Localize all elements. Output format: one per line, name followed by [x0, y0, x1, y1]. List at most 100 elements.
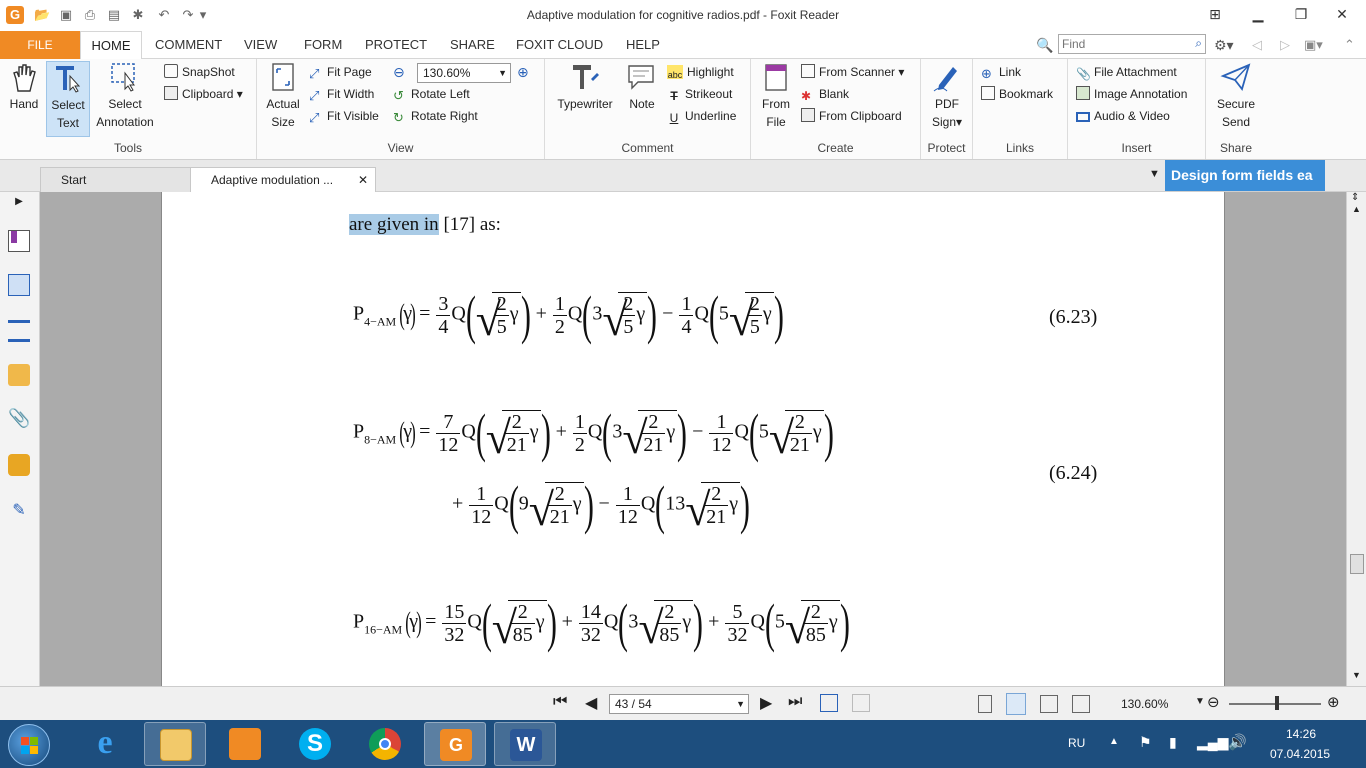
comments-icon[interactable] [8, 364, 30, 386]
forward-icon[interactable]: ▷ [1280, 31, 1290, 59]
previous-page-icon[interactable]: ◀ [585, 693, 597, 713]
gear-icon[interactable]: ⚙▾ [1214, 31, 1234, 59]
fit-page-button[interactable]: ⤢ Fit Page [309, 62, 372, 82]
language-indicator[interactable]: RU [1068, 736, 1085, 750]
start-button[interactable] [8, 724, 50, 766]
pdf-sign-button[interactable]: PDF Sign▾ [925, 61, 969, 131]
tab-comment[interactable]: COMMENT [155, 31, 222, 59]
network-signal-icon[interactable]: ▂▄▆ [1197, 734, 1228, 751]
next-page-icon[interactable]: ▶ [760, 693, 772, 713]
single-page-icon[interactable] [978, 695, 992, 713]
close-button[interactable]: ✕ [1327, 4, 1357, 24]
clock-time[interactable]: 14:26 [1286, 727, 1316, 741]
attachments-icon[interactable]: 📎 [8, 408, 30, 430]
actual-size-button[interactable]: Actual Size [261, 61, 305, 131]
restore-button[interactable]: ❐ [1286, 4, 1316, 24]
taskbar-media[interactable] [214, 722, 276, 766]
security-lock-icon[interactable] [8, 454, 30, 476]
strikeout-button[interactable]: T Strikeout [667, 84, 732, 104]
note-button[interactable]: Note [623, 61, 661, 113]
taskbar-ie[interactable]: e [74, 722, 136, 766]
zoom-out-icon[interactable]: ⊖ [393, 62, 405, 82]
bookmark-button[interactable]: Bookmark [981, 84, 1053, 104]
continuous-facing-icon[interactable] [1072, 695, 1090, 713]
link-button[interactable]: ⊕ Link [981, 62, 1021, 82]
blank-button[interactable]: ✱ Blank [801, 84, 849, 104]
zoom-dropdown-icon[interactable]: ▼ [1195, 696, 1205, 707]
continuous-page-icon[interactable] [1006, 693, 1026, 715]
tab-help[interactable]: HELP [626, 31, 660, 59]
clipboard-button[interactable]: Clipboard ▾ [164, 84, 243, 104]
from-file-button[interactable]: From File [755, 61, 797, 131]
audio-video-button[interactable]: Audio & Video [1076, 106, 1170, 126]
tab-home[interactable]: HOME [80, 31, 142, 60]
taskbar-chrome[interactable] [354, 722, 416, 766]
bookmarks-icon[interactable] [8, 230, 30, 252]
expand-panel-icon[interactable]: ▶ [8, 196, 30, 218]
tab-start[interactable]: Start [40, 167, 192, 192]
rotate-right-button[interactable]: ↻ Rotate Right [393, 106, 478, 126]
zoom-select[interactable]: 130.60% ▼ [417, 63, 511, 83]
volume-icon[interactable]: 🔊 [1228, 733, 1247, 751]
tab-current-document[interactable]: Adaptive modulation ... ✕ [190, 167, 376, 192]
minimize-button[interactable]: ▁ [1243, 4, 1273, 24]
layers-icon[interactable] [8, 320, 30, 342]
taskbar-foxit[interactable]: G [424, 722, 486, 766]
last-page-icon[interactable]: ⏭ [788, 693, 802, 711]
search-icon[interactable]: ⌕ [1195, 36, 1202, 51]
select-annotation-button[interactable]: Select Annotation [92, 61, 158, 131]
next-view-icon[interactable] [852, 694, 870, 712]
tab-share[interactable]: SHARE [450, 31, 495, 59]
from-scanner-button[interactable]: From Scanner ▾ [801, 62, 904, 82]
tab-form[interactable]: FORM [304, 31, 342, 59]
ribbon-display-icon[interactable]: ⊞ [1200, 4, 1230, 24]
close-tab-icon[interactable]: ✕ [358, 168, 368, 192]
fit-visible-button[interactable]: ⤢ Fit Visible [309, 106, 379, 126]
image-annotation-button[interactable]: Image Annotation [1076, 84, 1187, 104]
pdf-page[interactable]: are given in [17] as: P4−AM (γ) = 3 4 Q(√ 2… [161, 192, 1225, 686]
tab-protect[interactable]: PROTECT [365, 31, 427, 59]
previous-view-icon[interactable] [820, 694, 838, 712]
snapshot-button[interactable]: SnapShot [164, 62, 235, 82]
from-clipboard-button[interactable]: From Clipboard [801, 106, 902, 126]
highlight-button[interactable]: abc Highlight [667, 62, 734, 82]
ad-banner[interactable]: Design form fields ea [1165, 160, 1325, 191]
underline-button[interactable]: U Underline [667, 106, 737, 126]
tab-list-chevron-icon[interactable]: ▼ [1149, 168, 1160, 180]
zoom-slider-handle[interactable] [1275, 696, 1279, 710]
zoom-percentage[interactable]: 130.60% [1121, 697, 1168, 711]
show-hidden-icons[interactable]: ▲ [1109, 736, 1119, 747]
find-folder-icon[interactable]: 🔍 [1036, 31, 1053, 59]
user-icon[interactable]: ▣▾ [1304, 31, 1323, 59]
tab-view[interactable]: VIEW [244, 31, 277, 59]
vertical-scrollbar[interactable]: ⇕ ▲ ▼ [1346, 192, 1366, 686]
facing-page-icon[interactable] [1040, 695, 1058, 713]
tab-foxit-cloud[interactable]: FOXIT CLOUD [516, 31, 603, 59]
find-input[interactable] [1062, 36, 1182, 52]
action-center-flag-icon[interactable]: ⚑ [1139, 734, 1152, 751]
file-attachment-button[interactable]: 📎 File Attachment [1076, 62, 1177, 82]
zoom-out-status-icon[interactable]: ⊖ [1207, 693, 1220, 711]
collapse-ribbon-icon[interactable]: ⌃ [1344, 31, 1355, 59]
pages-icon[interactable] [8, 274, 30, 296]
scroll-down-icon[interactable]: ▼ [1352, 670, 1361, 680]
select-text-button[interactable]: Select Text [46, 61, 90, 137]
signature-icon[interactable]: ✎ [8, 500, 30, 522]
taskbar-explorer[interactable] [144, 722, 206, 766]
zoom-in-icon[interactable]: ⊕ [517, 62, 529, 82]
fit-width-button[interactable]: ⤢ Fit Width [309, 84, 374, 104]
scroll-up-icon[interactable]: ▲ [1352, 204, 1361, 214]
first-page-icon[interactable]: ⏮ [553, 693, 567, 711]
typewriter-button[interactable]: Typewriter [551, 61, 619, 113]
split-handle-icon[interactable]: ⇕ [1351, 192, 1359, 203]
hand-button[interactable]: Hand [4, 61, 44, 113]
document-view[interactable]: are given in [17] as: P4−AM (γ) = 3 4 Q(√ 2… [40, 192, 1346, 686]
battery-icon[interactable]: ▮ [1169, 734, 1177, 751]
page-number-input[interactable]: 43 / 54 ▼ [609, 694, 749, 714]
selected-text[interactable]: are given in [349, 214, 439, 235]
file-tab[interactable]: FILE [0, 31, 80, 59]
taskbar-word[interactable]: W [494, 722, 556, 766]
scroll-thumb[interactable] [1350, 554, 1364, 574]
rotate-left-button[interactable]: ↺ Rotate Left [393, 84, 470, 104]
back-icon[interactable]: ◁ [1252, 31, 1262, 59]
